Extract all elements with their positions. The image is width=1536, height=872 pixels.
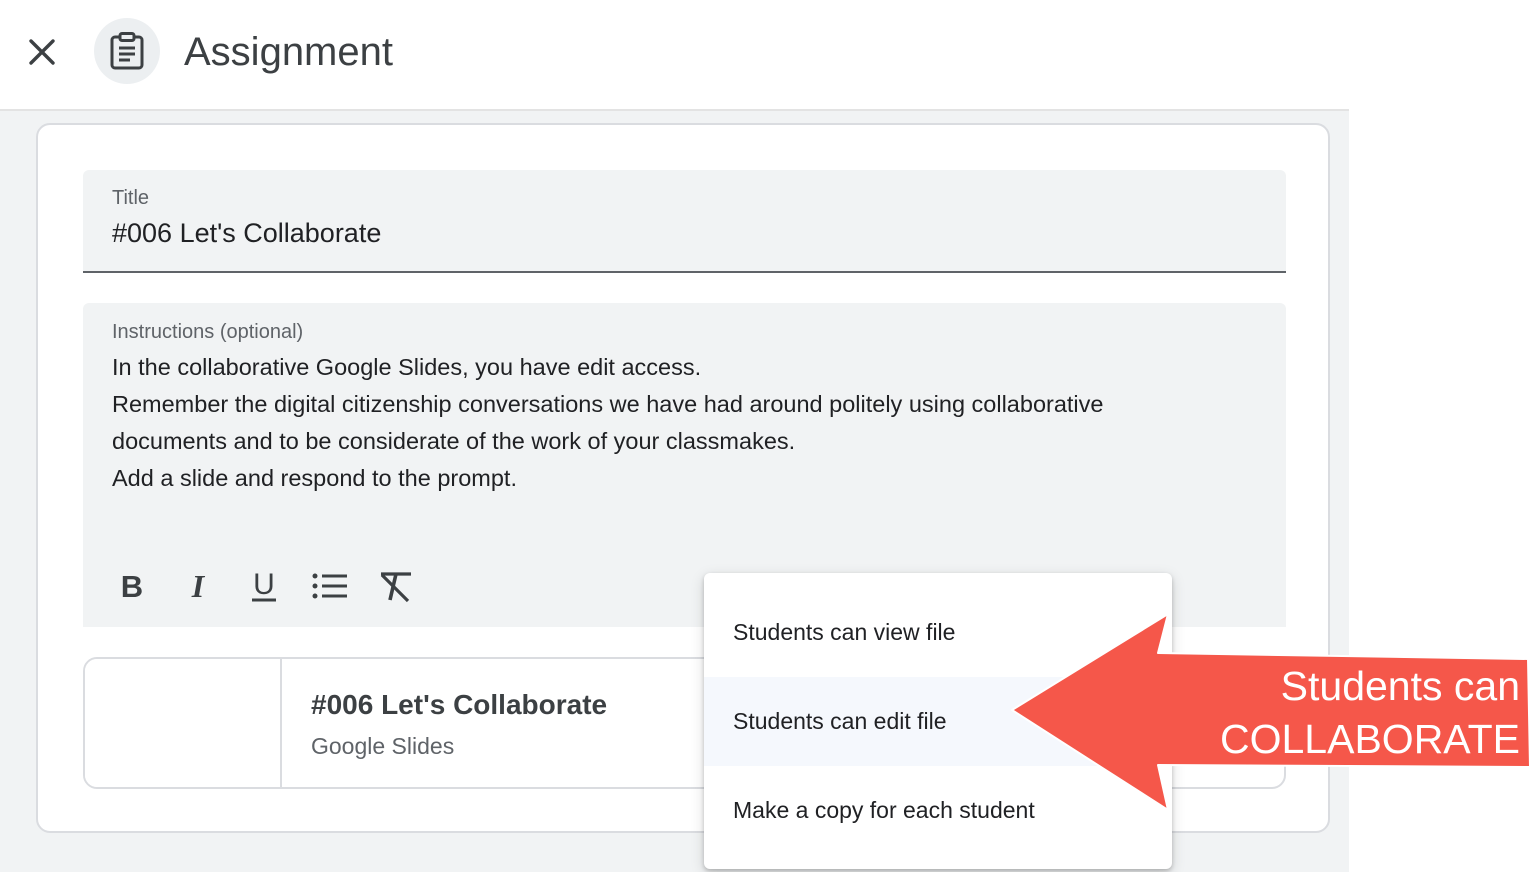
- clear-formatting-icon: [380, 572, 411, 603]
- instructions-line: documents and to be considerate of the w…: [112, 428, 796, 454]
- bulleted-list-button[interactable]: [297, 561, 363, 611]
- close-button[interactable]: [22, 32, 62, 72]
- menu-item-view-file[interactable]: Students can view file: [704, 588, 1172, 677]
- close-icon: [29, 39, 55, 65]
- attachment-title[interactable]: #006 Let's Collaborate: [311, 689, 607, 721]
- annotation-line-2: COLLABORATE: [1220, 716, 1520, 762]
- page-title: Assignment: [184, 30, 393, 74]
- clipboard-icon: [110, 32, 144, 70]
- title-field[interactable]: Title #006 Let's Collaborate: [83, 170, 1286, 273]
- assignment-type-badge: [94, 18, 160, 84]
- italic-icon: I: [191, 571, 206, 601]
- annotation-line-1: Students can: [1280, 663, 1520, 709]
- menu-item-make-copy[interactable]: Make a copy for each student: [704, 766, 1172, 855]
- title-label: Title: [112, 187, 150, 209]
- italic-button[interactable]: I: [165, 561, 231, 611]
- clear-formatting-button[interactable]: [363, 561, 429, 611]
- bold-icon: B: [121, 571, 143, 601]
- instructions-label: Instructions (optional): [112, 321, 304, 343]
- instructions-line: Add a slide and respond to the prompt.: [112, 465, 517, 491]
- svg-text:B: B: [121, 571, 143, 601]
- bold-button[interactable]: B: [99, 561, 165, 611]
- attachment-type: Google Slides: [311, 733, 455, 759]
- underline-icon: U: [252, 569, 276, 602]
- instructions-line: Remember the digital citizenship convers…: [112, 391, 1104, 417]
- title-input-value[interactable]: #006 Let's Collaborate: [112, 218, 381, 249]
- formatting-toolbar: B I U: [99, 561, 429, 611]
- attachment-thumbnail[interactable]: [85, 659, 282, 787]
- instructions-line: In the collaborative Google Slides, you …: [112, 354, 702, 380]
- menu-item-edit-file[interactable]: Students can edit file: [704, 677, 1172, 766]
- svg-text:U: U: [253, 569, 275, 601]
- bulleted-list-icon: [312, 573, 347, 599]
- share-options-menu: Students can view file Students can edit…: [704, 573, 1172, 869]
- app-header: Assignment: [0, 0, 1349, 111]
- annotation-label: Students can COLLABORATE: [1160, 660, 1520, 766]
- instructions-text[interactable]: In the collaborative Google Slides, you …: [112, 349, 1272, 497]
- svg-text:I: I: [191, 571, 206, 601]
- underline-button[interactable]: U: [231, 561, 297, 611]
